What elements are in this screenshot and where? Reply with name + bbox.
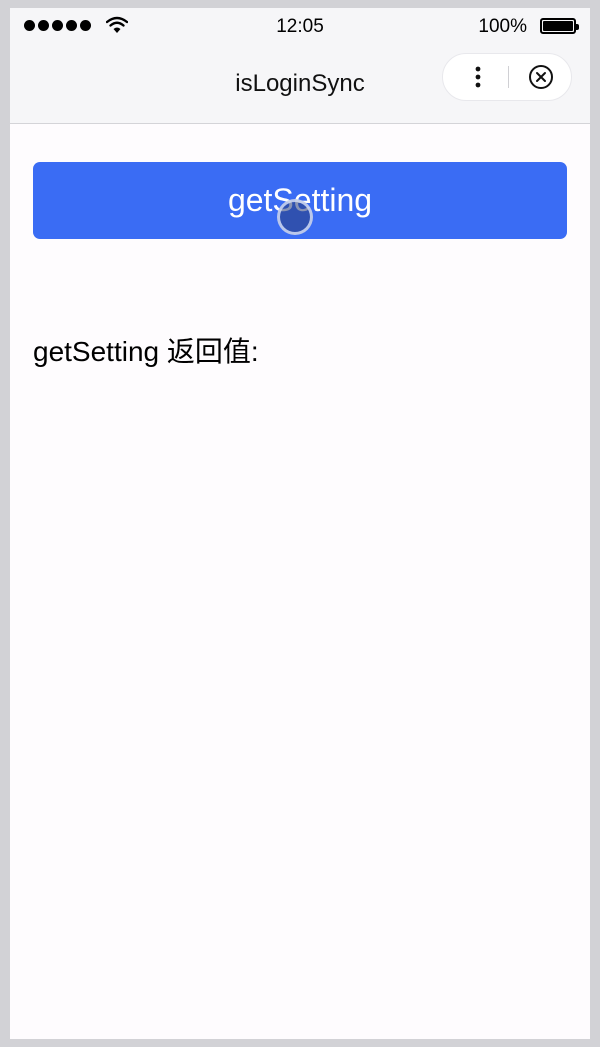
page-content: getSetting getSetting 返回值:: [10, 124, 590, 1039]
status-bar: 12:05 100%: [10, 8, 590, 46]
capsule-menu: [442, 53, 572, 101]
result-label: getSetting 返回值:: [33, 336, 259, 367]
phone-screen: 12:05 100% isLoginSync getSetting getSet…: [10, 8, 590, 1039]
more-icon[interactable]: [463, 54, 493, 100]
capsule-divider: [508, 66, 509, 88]
navigation-bar: isLoginSync: [10, 46, 590, 124]
touch-indicator: [277, 199, 313, 235]
battery-percent: 100%: [478, 16, 527, 37]
battery-icon: [540, 18, 579, 34]
close-icon[interactable]: [528, 64, 554, 90]
